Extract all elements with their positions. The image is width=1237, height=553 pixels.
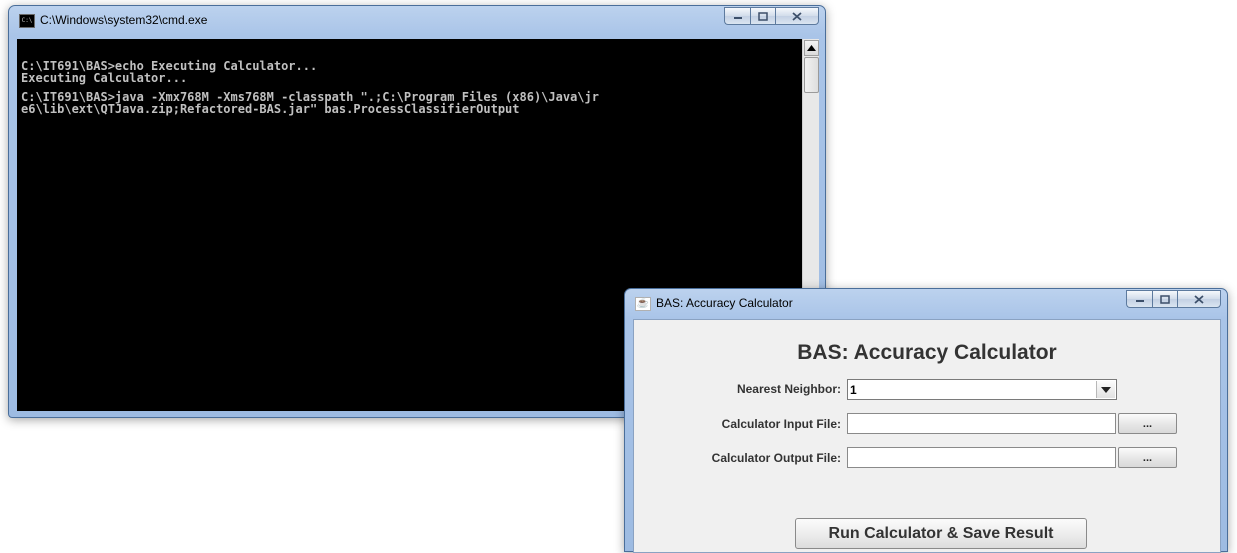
- minimize-icon: [733, 17, 742, 19]
- output-file-label: Calculator Output File:: [711, 451, 841, 465]
- form-heading: BAS: Accuracy Calculator: [797, 341, 1057, 364]
- close-icon: [792, 11, 802, 21]
- maximize-button[interactable]: [750, 7, 775, 25]
- cmd-app-icon: C:\: [19, 14, 35, 28]
- console-line: Executing Calculator...: [21, 70, 188, 85]
- console-line: e6\lib\ext\QTJava.zip;Refactored-BAS.jar…: [21, 101, 520, 116]
- minimize-button[interactable]: [724, 7, 750, 25]
- scrollbar-thumb[interactable]: [804, 57, 819, 93]
- maximize-icon: [1160, 294, 1170, 304]
- nearest-neighbor-label: Nearest Neighbor:: [736, 382, 841, 396]
- input-file-field[interactable]: [847, 413, 1116, 434]
- bas-window-title: BAS: Accuracy Calculator: [656, 296, 793, 310]
- bas-caption-buttons: [1126, 290, 1221, 309]
- close-button[interactable]: [1177, 290, 1221, 308]
- close-button[interactable]: [775, 7, 819, 25]
- arrow-up-icon: [807, 45, 816, 51]
- nearest-neighbor-value: 1: [850, 383, 857, 397]
- scroll-up-button[interactable]: [804, 40, 819, 56]
- accuracy-calculator-window[interactable]: ☕ BAS: Accuracy Calculator BAS: Accuracy…: [624, 288, 1228, 553]
- minimize-button[interactable]: [1126, 290, 1152, 308]
- browse-output-button[interactable]: ...: [1118, 447, 1177, 468]
- maximize-icon: [758, 11, 768, 21]
- calculator-form: BAS: Accuracy Calculator Nearest Neighbo…: [633, 319, 1221, 553]
- cmd-title-bar[interactable]: C:\ C:\Windows\system32\cmd.exe: [9, 6, 825, 36]
- cmd-window-title: C:\Windows\system32\cmd.exe: [40, 13, 208, 27]
- maximize-button[interactable]: [1152, 290, 1177, 308]
- close-icon: [1194, 294, 1204, 304]
- input-file-label: Calculator Input File:: [721, 417, 841, 431]
- nearest-neighbor-select[interactable]: 1: [847, 379, 1117, 400]
- java-cup-icon: ☕: [635, 297, 651, 311]
- output-file-field[interactable]: [847, 447, 1116, 468]
- chevron-down-icon[interactable]: [1096, 381, 1115, 398]
- console-output: C:\IT691\BAS>echo Executing Calculator..…: [21, 60, 799, 116]
- bas-title-bar[interactable]: ☕ BAS: Accuracy Calculator: [625, 289, 1227, 319]
- run-calculator-button[interactable]: Run Calculator & Save Result: [795, 518, 1087, 549]
- cmd-caption-buttons: [724, 7, 819, 26]
- browse-input-button[interactable]: ...: [1118, 413, 1177, 434]
- minimize-icon: [1135, 300, 1144, 302]
